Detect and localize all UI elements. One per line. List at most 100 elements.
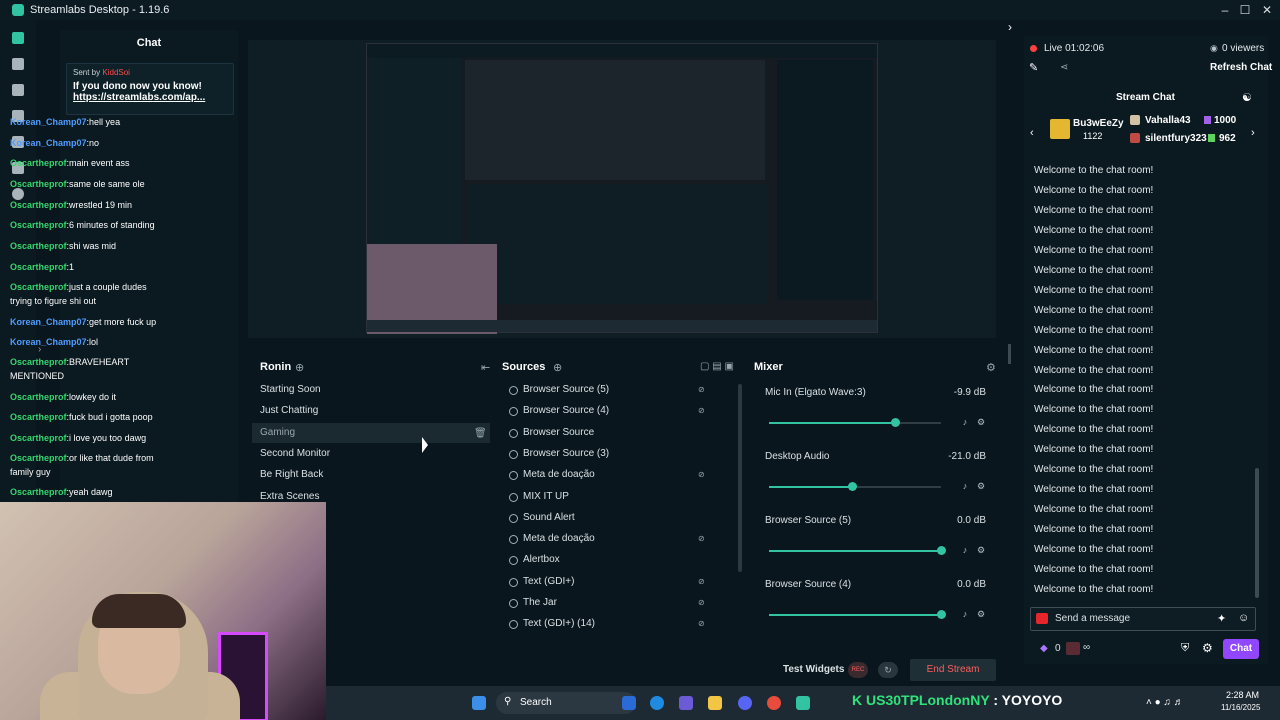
volume-slider[interactable] [769,546,946,555]
chat-send-button[interactable]: Chat [1223,639,1259,659]
share-icon[interactable]: ⋖ [1060,62,1068,73]
volume-slider[interactable] [769,482,941,491]
minimize-button[interactable]: – [1214,2,1236,18]
taskbar-search[interactable] [496,692,636,714]
library-icon[interactable] [12,84,24,96]
emoji-icon[interactable]: ☺ [1238,612,1249,624]
teams-icon[interactable] [679,696,693,710]
rec-button[interactable]: REC [848,662,868,678]
user-list-icon[interactable]: ☯ [1242,91,1252,104]
channel-settings-icon[interactable]: ⚙ [976,545,986,555]
channel-settings-icon[interactable]: ⚙ [976,417,986,427]
discord-icon[interactable] [738,696,752,710]
channel-settings-icon[interactable]: ⚙ [976,609,986,619]
scene-item[interactable]: Gaming [252,422,490,443]
volume-slider[interactable] [769,418,941,427]
channel-settings-icon[interactable]: ⚙ [976,481,986,491]
editor-icon[interactable] [12,32,24,44]
chat-username[interactable]: Oscartheprof [10,357,67,367]
close-button[interactable]: ✕ [1256,2,1278,18]
chat-username[interactable]: Korean_Champ07 [10,117,87,127]
mixer-settings-icon[interactable]: ⚙ [986,361,996,374]
chrome-icon[interactable] [767,696,781,710]
scene-item[interactable]: Second Monitor [252,444,490,464]
chat-username[interactable]: Oscartheprof [10,200,67,210]
scene-item[interactable]: Just Chatting [252,401,490,421]
source-item[interactable]: The Jar ⊘ [504,593,734,613]
tray-icons[interactable]: ˄ ● ♫ ♬ [1146,697,1184,708]
chat-username[interactable]: Oscartheprof [10,487,67,497]
panel-resize-handle[interactable] [1008,344,1011,364]
delete-scene-icon[interactable]: 🗑 [474,428,487,439]
source-item[interactable]: Alertbox [504,550,734,570]
stream-chat-scrollbar[interactable] [1255,468,1259,598]
visibility-hidden-icon[interactable]: ⊘ [698,386,708,394]
visibility-hidden-icon[interactable]: ⊘ [698,599,708,607]
chat-username[interactable]: Oscartheprof [10,433,67,443]
edit-icon[interactable]: ✎ [1029,61,1038,74]
source-toolbar-icons[interactable]: ▢ ▤ ▣ [700,361,734,372]
magic-icon[interactable]: ✦ [1217,612,1226,625]
source-item[interactable]: Meta de doação ⊘ [504,529,734,549]
scene-item[interactable]: Be Right Back [252,465,490,485]
scene-item[interactable]: Starting Soon [252,380,490,400]
source-item[interactable]: Browser Source (5) ⊘ [504,380,734,400]
chat-username[interactable]: Oscartheprof [10,241,67,251]
windows-start-icon[interactable] [472,696,486,710]
file-explorer-icon[interactable] [708,696,722,710]
visibility-hidden-icon[interactable]: ⊘ [698,407,708,415]
volume-knob[interactable] [890,418,900,427]
source-item[interactable]: Meta de doação ⊘ [504,465,734,485]
scenes-title[interactable]: Ronin [260,361,291,373]
source-item[interactable]: MIX IT UP [504,487,734,507]
pinned-message[interactable]: Sent by KiddSoi If you dono now you know… [66,63,234,115]
chat-settings-icon[interactable]: ⚙ [1202,641,1213,655]
source-item[interactable]: Text (GDI+) ⊘ [504,572,734,592]
next-arrow-icon[interactable]: › [1251,127,1255,139]
volume-slider[interactable] [769,610,946,619]
chat-username[interactable]: Oscartheprof [10,158,67,168]
add-source-icon[interactable]: ⊕ [553,361,562,374]
chat-username[interactable]: Korean_Champ07 [10,138,87,148]
mute-icon[interactable]: ♪ [960,609,970,619]
pinned-link[interactable]: https://streamlabs.com/ap... [73,92,227,103]
refresh-chat-button[interactable]: Refresh Chat [1210,62,1272,73]
chat-username[interactable]: Oscartheprof [10,262,67,272]
mute-icon[interactable]: ♪ [960,545,970,555]
mute-icon[interactable]: ♪ [960,417,970,427]
chat-username[interactable]: Korean_Champ07 [10,337,87,347]
replay-buffer-icon[interactable]: ↻ [878,662,898,678]
shield-icon[interactable]: ⛨ [1181,642,1189,655]
edge-icon[interactable] [650,696,664,710]
chat-username[interactable]: Oscartheprof [10,412,67,422]
chat-username[interactable]: Oscartheprof [10,220,67,230]
sources-scrollbar[interactable] [738,384,742,572]
test-widgets-label[interactable]: Test Widgets [783,664,844,675]
chat-username[interactable]: Korean_Champ07 [10,317,87,327]
add-scene-icon[interactable]: ⊕ [295,361,304,374]
chat-username[interactable]: Oscartheprof [10,282,67,292]
source-item[interactable]: Browser Source [504,423,734,443]
streamlabs-taskbar-icon[interactable] [796,696,810,710]
volume-knob[interactable] [847,482,857,491]
chat-username[interactable]: Oscartheprof [10,453,67,463]
visibility-hidden-icon[interactable]: ⊘ [698,620,708,628]
source-item[interactable]: Text (GDI+) (14) ⊘ [504,614,734,634]
source-item[interactable]: Sound Alert [504,508,734,528]
volume-knob[interactable] [937,610,946,619]
collapse-chat-icon[interactable]: › [1008,20,1012,34]
maximize-button[interactable]: ☐ [1234,2,1256,18]
chat-username[interactable]: Oscartheprof [10,392,67,402]
chat-username[interactable]: Oscartheprof [10,179,67,189]
source-item[interactable]: Browser Source (4) ⊘ [504,401,734,421]
dashboard-icon[interactable] [12,58,24,70]
visibility-hidden-icon[interactable]: ⊘ [698,577,708,586]
scene-collection-icon[interactable]: ⇤ [481,361,490,374]
source-item[interactable]: Browser Source (3) [504,444,734,464]
prev-arrow-icon[interactable]: ‹ [1030,127,1034,139]
visibility-hidden-icon[interactable]: ⊘ [698,535,708,543]
visibility-hidden-icon[interactable]: ⊘ [698,471,708,479]
volume-knob[interactable] [937,546,946,555]
end-stream-button[interactable]: End Stream [910,659,996,681]
mute-icon[interactable]: ♪ [960,481,970,491]
